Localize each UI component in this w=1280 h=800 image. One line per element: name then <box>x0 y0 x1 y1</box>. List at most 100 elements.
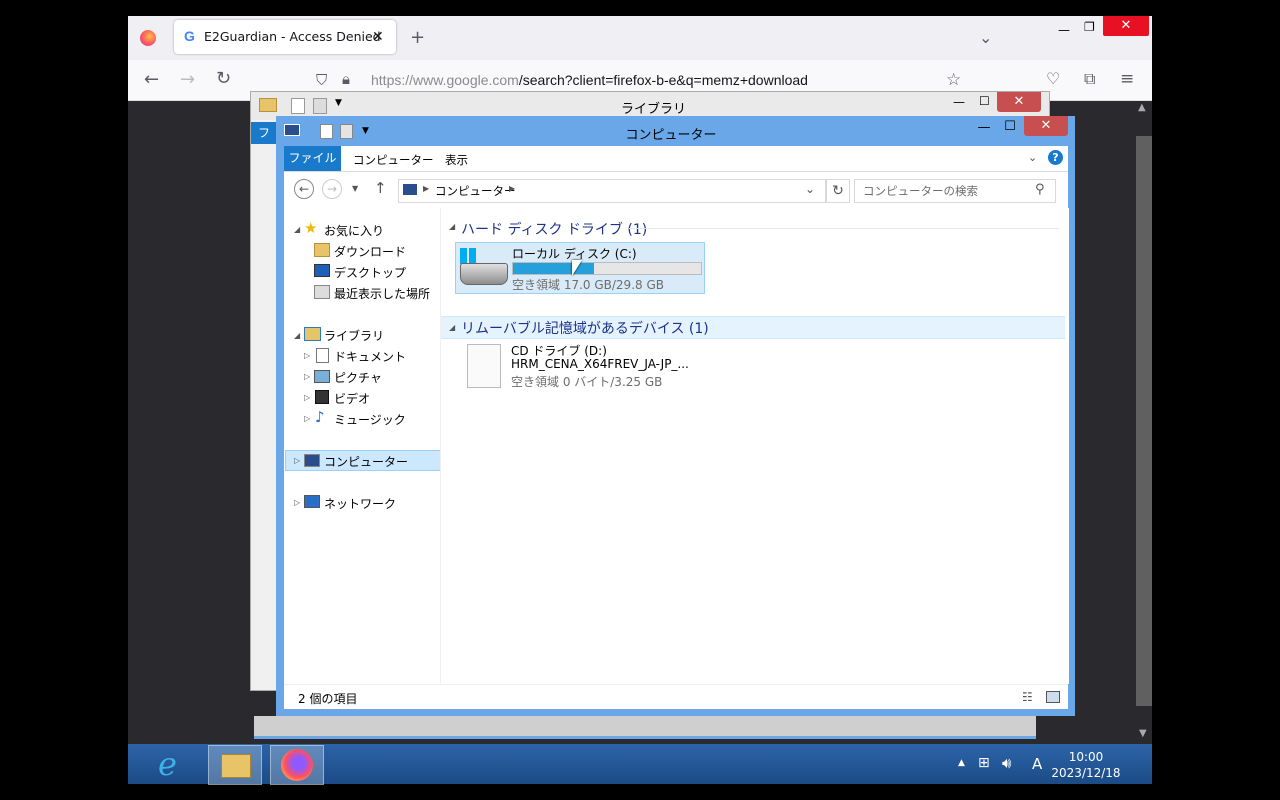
nav-favorites[interactable]: お気に入り <box>324 222 384 239</box>
menu-icon[interactable]: ≡ <box>1120 71 1134 88</box>
scroll-down-icon[interactable]: ▼ <box>1139 728 1147 739</box>
expand-favorites-icon[interactable]: ◢ <box>294 225 300 234</box>
expand-pictures-icon[interactable]: ▷ <box>304 372 310 381</box>
taskbar: e ▲ ⊞ 🔊︎ A 10:00 2023/12/18 <box>128 744 1152 785</box>
ime-mode[interactable]: A <box>1032 755 1042 773</box>
library-minimize-icon[interactable]: — <box>953 95 965 109</box>
computer-icon <box>403 184 417 195</box>
scrollbar-thumb[interactable] <box>1136 136 1152 706</box>
search-box[interactable]: コンピューターの検索 ⚲ <box>854 179 1056 203</box>
taskbar-explorer-button[interactable] <box>208 745 262 785</box>
tab-e2guardian[interactable]: G E2Guardian - Access Denied ✕ <box>174 20 396 54</box>
google-g-icon: G <box>184 28 195 44</box>
clock[interactable]: 10:00 2023/12/18 <box>1046 749 1126 781</box>
expand-network-icon[interactable]: ▷ <box>294 498 300 507</box>
nav-computer[interactable]: コンピューター <box>324 453 408 470</box>
scroll-up-icon[interactable]: ▲ <box>1138 102 1146 113</box>
clock-date: 2023/12/18 <box>1051 766 1121 780</box>
nav-downloads[interactable]: ダウンロード <box>334 243 406 260</box>
nav-libraries[interactable]: ライブラリ <box>324 327 384 344</box>
search-placeholder: コンピューターの検索 <box>863 184 978 198</box>
taskbar-ie-button[interactable]: e <box>148 745 200 783</box>
ribbon-expand-icon[interactable]: ⌄ <box>1028 151 1037 164</box>
address-row: ← → ▼ ↑ ▶ コンピューター ▶ ⌄ ↻ コンピューターの検索 ⚲ <box>284 172 1068 208</box>
nav-videos[interactable]: ビデオ <box>334 390 370 407</box>
expand-computer-icon[interactable]: ▷ <box>294 456 300 465</box>
pictures-icon <box>314 370 330 383</box>
recent-places-icon <box>314 285 330 299</box>
library-close-button[interactable]: ✕ <box>997 92 1041 112</box>
minimize-icon[interactable]: — <box>1058 22 1070 38</box>
collapse-removable-group-icon[interactable]: ◢ <box>449 323 455 332</box>
minimize-icon[interactable]: — <box>976 118 992 138</box>
back-arrow-icon[interactable]: ← <box>144 71 159 89</box>
breadcrumb[interactable]: コンピューター <box>435 183 516 199</box>
libraries-icon <box>304 327 321 341</box>
nav-desktop[interactable]: デスクトップ <box>334 264 406 281</box>
tab-computer[interactable]: コンピューター <box>353 152 434 168</box>
large-icons-view-icon[interactable] <box>1046 691 1060 703</box>
drive-d-free-space: 空き領域 0 バイト/3.25 GB <box>511 375 663 389</box>
refresh-icon[interactable]: ↻ <box>826 179 850 203</box>
list-tabs-icon[interactable]: ⌄ <box>979 30 992 46</box>
expand-music-icon[interactable]: ▷ <box>304 414 310 423</box>
restore-icon[interactable]: ❐ <box>1084 19 1095 35</box>
up-arrow-icon[interactable]: ↑ <box>374 179 387 197</box>
shield-icon: ⛉ <box>316 71 328 89</box>
group-removable-header[interactable]: リムーバブル記憶域があるデバイス (1) <box>461 318 709 338</box>
documents-icon <box>316 348 329 363</box>
group-hdd-header[interactable]: ハード ディスク ドライブ (1) <box>461 219 647 239</box>
address-box[interactable]: ▶ コンピューター ▶ ⌄ <box>398 179 826 203</box>
back-circle-icon[interactable]: ← <box>294 179 314 199</box>
pocket-icon[interactable]: ♡ <box>1046 71 1060 87</box>
ribbon-tabs: ファイル コンピューター 表示 ⌄ ? <box>284 146 1068 172</box>
item-count: 2 個の項目 <box>298 692 358 706</box>
drive-d-tile[interactable]: CD ドライブ (D:) HRM_CENA_X64FREV_JA-JP_... … <box>455 338 715 389</box>
show-hidden-icons-icon[interactable]: ▲ <box>958 758 965 768</box>
close-window-button[interactable]: ✕ <box>1103 16 1149 36</box>
nav-music[interactable]: ミュージック <box>334 411 406 428</box>
url-text: https://www.google.com/search?client=fir… <box>371 72 808 88</box>
library-maximize-icon[interactable]: ☐ <box>979 94 990 108</box>
forward-circle-icon[interactable]: → <box>322 179 342 199</box>
details-view-icon[interactable]: ☷ <box>1022 690 1033 704</box>
library-title: ライブラリ <box>621 102 687 117</box>
taskbar-firefox-button[interactable] <box>270 745 324 785</box>
bookmark-star-icon[interactable]: ☆ <box>946 72 961 89</box>
firefox-view-icon[interactable] <box>140 30 156 46</box>
navigation-pane: ◢ ★ お気に入り ダウンロード デスクトップ 最近表示した場所 ◢ ライブラリ… <box>284 208 441 684</box>
nav-pictures[interactable]: ピクチャ <box>334 369 382 386</box>
expand-videos-icon[interactable]: ▷ <box>304 393 310 402</box>
tab-bar: G E2Guardian - Access Denied ✕ + ⌄ — ❐ ✕ <box>128 16 1152 60</box>
close-icon: ✕ <box>1120 18 1132 33</box>
computer-title-bar[interactable]: ▼ コンピューター — ☐ ✕ <box>276 116 1075 146</box>
recent-dropdown-icon[interactable]: ▼ <box>352 184 358 193</box>
help-icon[interactable]: ? <box>1048 150 1063 165</box>
library-ribbon-file[interactable]: フ <box>251 122 277 144</box>
new-folder-icon[interactable] <box>313 98 327 114</box>
network-status-icon[interactable]: ⊞ <box>978 755 990 771</box>
forward-arrow-icon[interactable]: → <box>180 71 195 89</box>
maximize-icon[interactable]: ☐ <box>1002 117 1018 137</box>
tab-view[interactable]: 表示 <box>445 152 468 168</box>
nav-network[interactable]: ネットワーク <box>324 495 396 512</box>
new-tab-icon[interactable]: + <box>410 29 425 47</box>
address-dropdown-icon[interactable]: ⌄ <box>805 182 815 196</box>
tab-close-icon[interactable]: ✕ <box>372 29 384 45</box>
properties-icon[interactable] <box>291 98 305 114</box>
nav-documents[interactable]: ドキュメント <box>334 348 406 365</box>
volume-icon[interactable]: 🔊︎ <box>1002 754 1011 772</box>
clock-time: 10:00 <box>1068 750 1104 764</box>
qat-dropdown-icon[interactable]: ▼ <box>335 98 342 108</box>
close-button[interactable]: ✕ <box>1024 116 1068 136</box>
collapse-hdd-group-icon[interactable]: ◢ <box>449 222 455 231</box>
nav-recent[interactable]: 最近表示した場所 <box>334 285 430 302</box>
extensions-icon[interactable]: ⧉ <box>1084 71 1095 87</box>
computer-window[interactable]: ▼ コンピューター — ☐ ✕ ファイル コンピューター 表示 ⌄ ? ← → … <box>276 116 1075 716</box>
tab-file[interactable]: ファイル <box>284 146 341 171</box>
window-title: コンピューター <box>625 128 717 143</box>
reload-icon[interactable]: ↻ <box>216 70 231 88</box>
expand-documents-icon[interactable]: ▷ <box>304 351 310 360</box>
expand-libraries-icon[interactable]: ◢ <box>294 331 300 340</box>
videos-icon <box>315 390 329 404</box>
